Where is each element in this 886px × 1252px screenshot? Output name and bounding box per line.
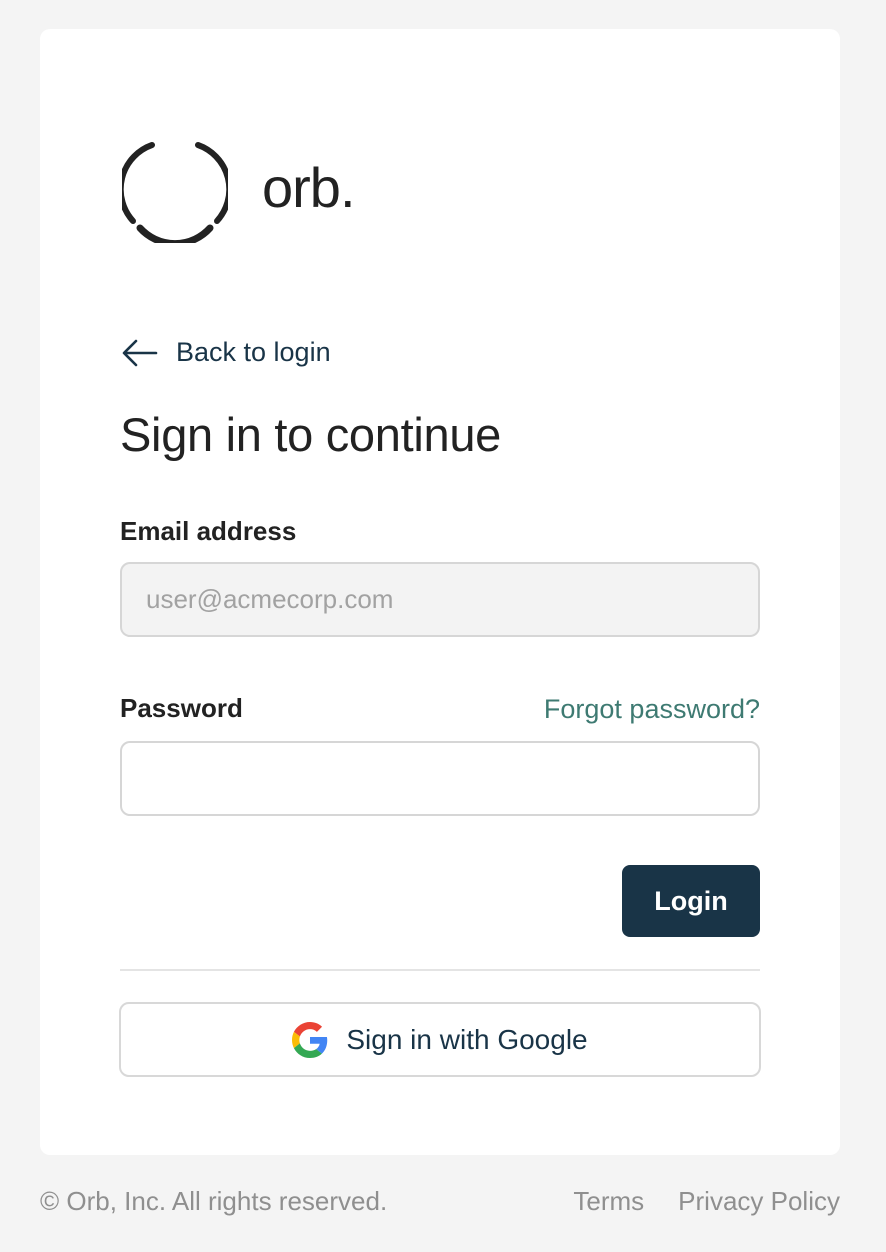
login-button[interactable]: Login xyxy=(622,865,760,937)
forgot-password-link[interactable]: Forgot password? xyxy=(544,694,760,725)
google-icon xyxy=(292,1021,328,1058)
back-to-login-label: Back to login xyxy=(176,337,331,367)
brand-logo: orb. xyxy=(122,137,355,243)
privacy-policy-link[interactable]: Privacy Policy xyxy=(678,1186,840,1217)
arrow-left-icon xyxy=(122,339,158,366)
copyright-text: © Orb, Inc. All rights reserved. xyxy=(40,1186,388,1216)
password-label: Password xyxy=(120,693,243,723)
back-to-login-link[interactable]: Back to login xyxy=(122,337,331,368)
email-input[interactable] xyxy=(120,562,760,637)
footer-links: Terms Privacy Policy xyxy=(573,1186,840,1217)
orb-logo-icon xyxy=(122,142,228,243)
login-card: orb. Back to login Sign in to continue E… xyxy=(40,29,840,1155)
google-button-label: Sign in with Google xyxy=(346,1023,588,1055)
sign-in-with-google-button[interactable]: Sign in with Google xyxy=(119,1002,761,1077)
page-title: Sign in to continue xyxy=(120,408,502,461)
email-label: Email address xyxy=(120,516,297,546)
terms-link[interactable]: Terms xyxy=(573,1186,644,1217)
brand-wordmark: orb. xyxy=(262,156,355,219)
footer: © Orb, Inc. All rights reserved. Terms P… xyxy=(40,1186,840,1217)
password-input[interactable] xyxy=(120,741,760,816)
divider xyxy=(120,969,760,971)
